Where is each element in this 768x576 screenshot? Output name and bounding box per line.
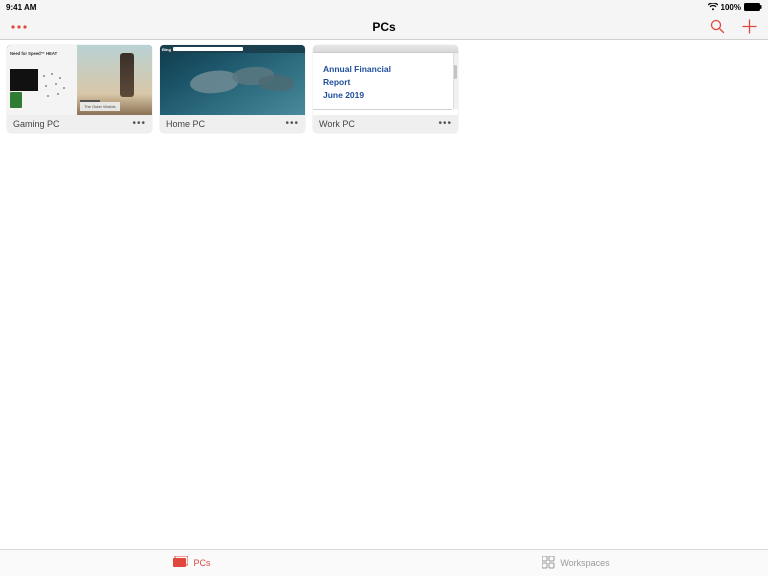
workspaces-icon — [542, 556, 555, 571]
pc-card-bar: Home PC ••• — [160, 115, 305, 133]
status-time: 9:41 AM — [6, 3, 36, 12]
page-title: PCs — [70, 20, 698, 34]
nav-bar: PCs — [0, 14, 768, 40]
battery-percent: 100% — [721, 3, 741, 12]
pc-more-button[interactable]: ••• — [285, 119, 299, 129]
tab-bar: PCs Workspaces — [0, 549, 768, 576]
tab-label: PCs — [193, 558, 210, 568]
pc-label: Home PC — [166, 119, 205, 129]
more-button[interactable] — [10, 18, 28, 36]
pc-card-bar: Gaming PC ••• — [7, 115, 152, 133]
pc-label: Work PC — [319, 119, 355, 129]
tab-workspaces[interactable]: Workspaces — [384, 550, 768, 576]
battery-icon — [744, 3, 762, 11]
pc-icon — [173, 556, 188, 570]
pc-more-button[interactable]: ••• — [132, 119, 146, 129]
pc-card-bar: Work PC ••• — [313, 115, 458, 133]
thumb-doc-text: Annual Financial Report June 2019 — [323, 63, 448, 101]
status-right: 100% — [708, 3, 762, 12]
thumb-text: The Outer Worlds — [80, 102, 120, 111]
pc-thumb-gaming: Need for Speed™ HEAT The Outer Worlds — [7, 45, 152, 115]
nav-right — [698, 18, 758, 36]
tab-pcs[interactable]: PCs — [0, 550, 384, 576]
pc-card-work[interactable]: Annual Financial Report June 2019 Work P… — [313, 45, 458, 133]
pc-card-home[interactable]: Bing Home PC ••• — [160, 45, 305, 133]
pc-thumb-work: Annual Financial Report June 2019 — [313, 45, 458, 115]
pc-card-gaming[interactable]: Need for Speed™ HEAT The Outer Worlds Ga… — [7, 45, 152, 133]
search-button[interactable] — [708, 18, 726, 36]
thumb-text: Bing — [162, 47, 171, 52]
pc-label: Gaming PC — [13, 119, 60, 129]
add-button[interactable] — [740, 18, 758, 36]
nav-left — [10, 18, 70, 36]
tab-label: Workspaces — [560, 558, 609, 568]
pc-more-button[interactable]: ••• — [438, 119, 452, 129]
status-bar: 9:41 AM 100% — [0, 0, 768, 14]
thumb-text: Need for Speed™ HEAT — [10, 51, 57, 56]
pc-thumb-home: Bing — [160, 45, 305, 115]
wifi-icon — [708, 3, 718, 11]
pc-grid: Need for Speed™ HEAT The Outer Worlds Ga… — [0, 40, 768, 549]
